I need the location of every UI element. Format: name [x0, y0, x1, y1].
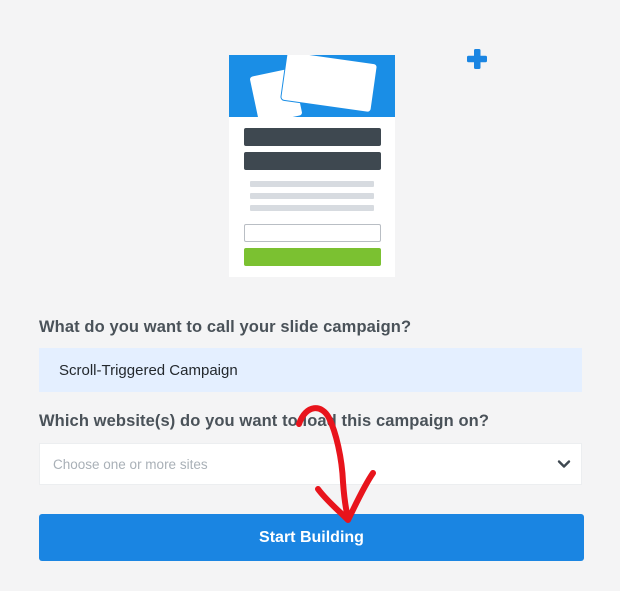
- campaign-name-input[interactable]: [39, 348, 582, 392]
- websites-placeholder: Choose one or more sites: [53, 457, 208, 472]
- campaign-name-label: What do you want to call your slide camp…: [39, 318, 412, 336]
- illustration-headline-bar: [244, 128, 381, 146]
- illustration-text-line: [250, 205, 374, 211]
- slide-campaign-illustration: [229, 55, 395, 277]
- plus-icon: [467, 49, 487, 69]
- start-building-button[interactable]: Start Building: [39, 514, 584, 561]
- illustration-banner: [229, 55, 395, 117]
- illustration-input: [244, 224, 381, 242]
- chevron-down-icon[interactable]: [557, 457, 571, 471]
- websites-label: Which website(s) do you want to load thi…: [39, 412, 489, 430]
- websites-select[interactable]: Choose one or more sites: [39, 443, 582, 485]
- illustration-text-line: [250, 181, 374, 187]
- illustration-submit-bar: [244, 248, 381, 266]
- illustration-subheadline-bar: [244, 152, 381, 170]
- illustration-text-line: [250, 193, 374, 199]
